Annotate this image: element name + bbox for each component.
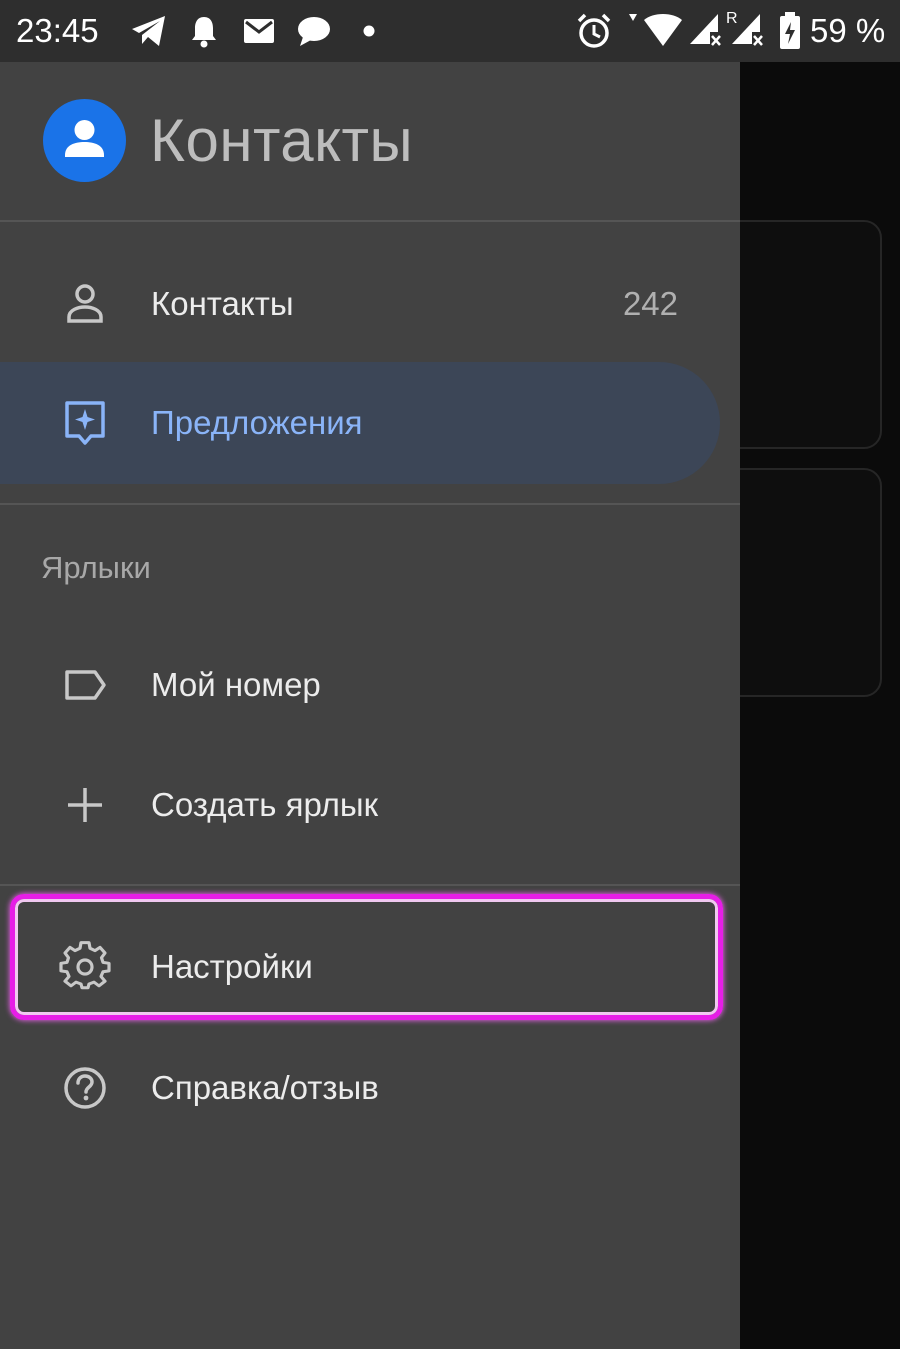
divider (0, 220, 740, 222)
bell-icon (192, 17, 216, 48)
navigation-drawer: Контакты Контакты 242 Предложения Ярлыки… (0, 62, 740, 1349)
person-icon (67, 284, 103, 323)
nav-item-label: Предложения (151, 404, 363, 441)
battery-percent: 59 % (810, 12, 886, 49)
signal-icon (690, 14, 721, 46)
app-title: Контакты (150, 107, 414, 174)
nav-item-suggestions[interactable]: Предложения (0, 363, 740, 483)
nav-item-label: Справка/отзыв (151, 1069, 379, 1106)
status-bar: 23:45 R 59 % (0, 0, 900, 62)
mail-icon (244, 19, 274, 43)
labels-section-title: Ярлыки (41, 550, 151, 585)
app-logo (43, 99, 126, 182)
divider (0, 503, 740, 505)
nav-item-label: Создать ярлык (151, 786, 379, 823)
person-icon (65, 120, 104, 157)
nav-item-label: Мой номер (151, 666, 321, 703)
dot-icon (363, 25, 375, 37)
plus-icon (68, 788, 102, 822)
settings-highlight-frame (10, 894, 723, 1020)
alarm-icon (577, 13, 611, 48)
nav-item-contacts[interactable]: Контакты 242 (0, 244, 740, 364)
nav-item-help-feedback[interactable]: Справка/отзыв (0, 1028, 740, 1148)
telegram-icon (132, 16, 165, 46)
battery-icon (780, 12, 800, 49)
create-label-button[interactable]: Создать ярлык (0, 745, 740, 865)
contacts-count: 242 (622, 285, 678, 322)
suggestions-icon (65, 401, 105, 445)
status-time: 23:45 (16, 12, 99, 49)
help-icon (64, 1067, 106, 1109)
label-icon (65, 670, 106, 700)
nav-item-label: Контакты (151, 285, 294, 322)
signal-icon (732, 14, 763, 46)
chat-icon (298, 17, 330, 46)
label-item-my-number[interactable]: Мой номер (0, 625, 740, 745)
wifi-icon (629, 14, 682, 46)
divider (0, 884, 740, 886)
